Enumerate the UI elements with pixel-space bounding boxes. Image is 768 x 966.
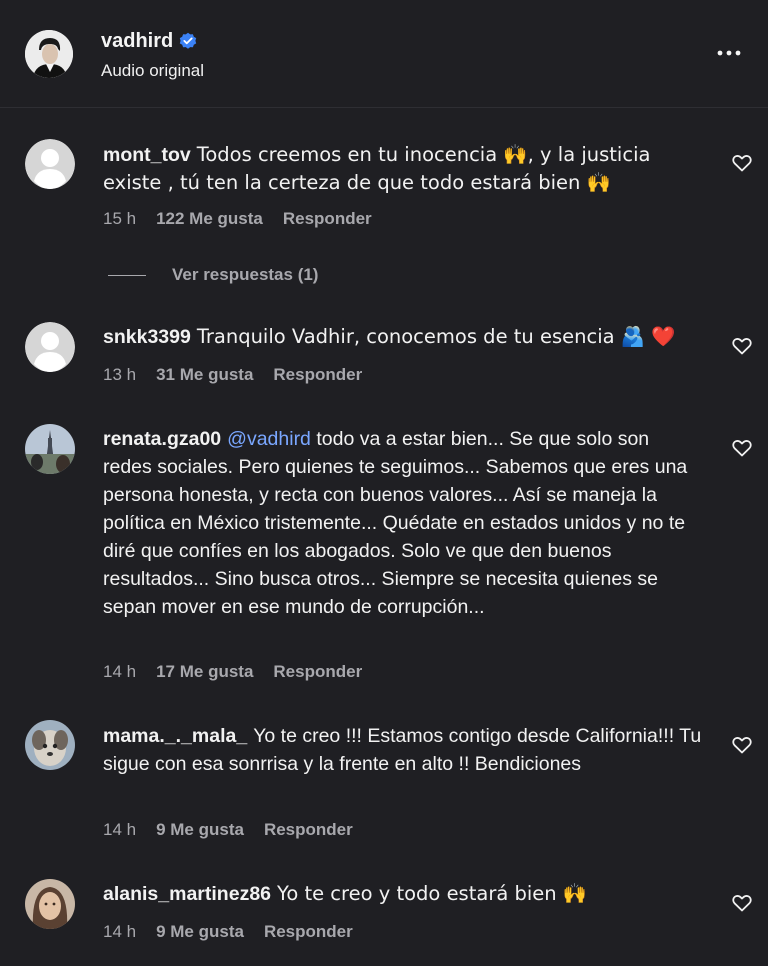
user-avatar-photo[interactable]	[25, 879, 75, 929]
comment-text: mama._._mala_ Yo te creo !!! Estamos cont…	[103, 722, 703, 778]
like-heart-icon[interactable]	[732, 337, 752, 355]
reply-button[interactable]: Responder	[264, 922, 353, 942]
comment-message: todo va a estar bien... Se que solo son …	[103, 428, 688, 618]
comment-username[interactable]: snkk3399	[103, 326, 191, 348]
comment-username[interactable]: renata.gza00	[103, 428, 221, 450]
reply-button[interactable]: Responder	[283, 209, 372, 229]
comment-time: 14 h	[103, 820, 137, 839]
comment-time: 15 h	[103, 209, 137, 228]
comment-username[interactable]: mont_tov	[103, 144, 191, 166]
user-avatar-photo[interactable]	[25, 720, 75, 770]
reply-button[interactable]: Responder	[264, 820, 353, 840]
comment-text: renata.gza00 @vadhird todo va a estar bie…	[103, 425, 703, 621]
comment-meta: 14 h 17 Me gusta Responder	[103, 662, 362, 682]
comment-message: Yo te creo y todo estará bien 🙌	[277, 882, 588, 905]
comment-meta: 13 h 31 Me gusta Responder	[103, 365, 362, 385]
author-username[interactable]: vadhird	[101, 30, 197, 52]
comment-likes[interactable]: 122 Me gusta	[156, 209, 263, 229]
author-username-text[interactable]: vadhird	[101, 30, 173, 52]
like-heart-icon[interactable]	[732, 154, 752, 172]
verified-badge-icon	[179, 32, 197, 50]
comment-message: Tranquilo Vadhir, conocemos de tu esenci…	[196, 325, 676, 348]
like-heart-icon[interactable]	[732, 736, 752, 754]
view-replies-label[interactable]: Ver respuestas (1)	[172, 265, 318, 285]
comment-text: alanis_martinez86 Yo te creo y todo estar…	[103, 880, 703, 908]
user-avatar-photo[interactable]	[25, 424, 75, 474]
comment-meta: 14 h 9 Me gusta Responder	[103, 922, 353, 942]
author-avatar[interactable]	[25, 30, 73, 78]
comment-likes[interactable]: 17 Me gusta	[156, 662, 253, 682]
comment-likes[interactable]: 9 Me gusta	[156, 922, 244, 942]
comments-page: vadhird Audio original mont_tov Todos cr…	[0, 0, 768, 966]
default-avatar-icon[interactable]	[25, 139, 75, 189]
view-replies-button[interactable]: Ver respuestas (1)	[108, 265, 318, 285]
comment-time: 14 h	[103, 922, 137, 941]
comment-meta: 15 h 122 Me gusta Responder	[103, 209, 372, 229]
post-header: vadhird Audio original	[0, 0, 768, 108]
comment-username[interactable]: mama._._mala_	[103, 725, 247, 747]
comment-likes[interactable]: 31 Me gusta	[156, 365, 253, 385]
reply-button[interactable]: Responder	[273, 365, 362, 385]
like-heart-icon[interactable]	[732, 439, 752, 457]
reply-button[interactable]: Responder	[273, 662, 362, 682]
comment-likes[interactable]: 9 Me gusta	[156, 820, 244, 840]
comment-time: 14 h	[103, 662, 137, 681]
comment-username[interactable]: alanis_martinez86	[103, 883, 271, 905]
comment-text: snkk3399 Tranquilo Vadhir, conocemos de t…	[103, 323, 703, 351]
more-options-icon[interactable]	[716, 44, 742, 62]
like-heart-icon[interactable]	[732, 894, 752, 912]
default-avatar-icon[interactable]	[25, 322, 75, 372]
replies-divider-line	[108, 274, 146, 276]
audio-label[interactable]: Audio original	[101, 61, 204, 81]
comment-time: 13 h	[103, 365, 137, 384]
comment-text: mont_tov Todos creemos en tu inocencia 🙌,…	[103, 141, 703, 197]
mention-link[interactable]: @vadhird	[227, 428, 311, 450]
comment-meta: 14 h 9 Me gusta Responder	[103, 820, 353, 840]
